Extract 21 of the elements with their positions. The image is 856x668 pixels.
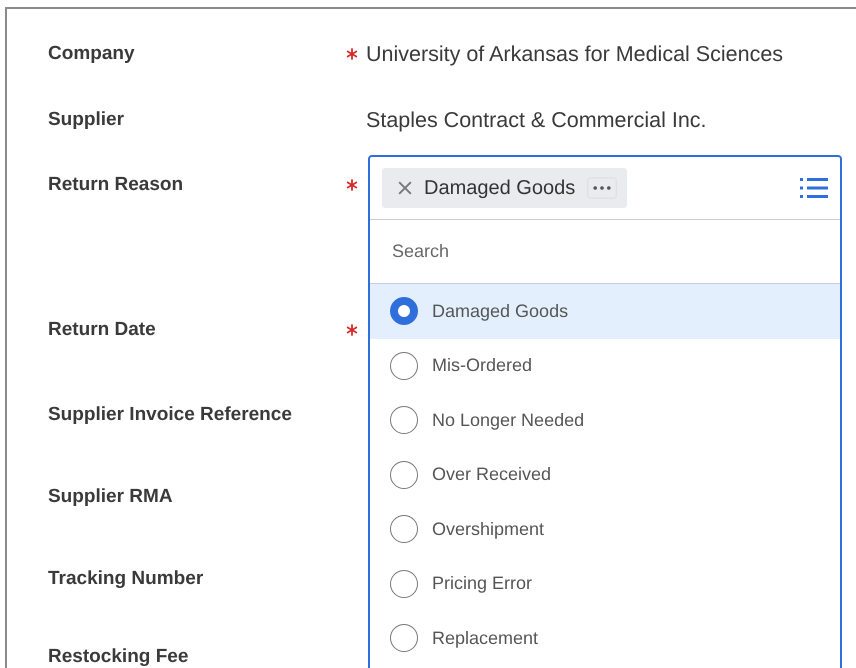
field-label: Company — [48, 43, 136, 65]
option-item[interactable]: Replacement — [370, 611, 840, 666]
field-label: Supplier — [48, 109, 126, 131]
more-icon[interactable] — [587, 177, 618, 199]
option-item[interactable]: Mis-Ordered — [370, 338, 840, 393]
option-item[interactable]: Damaged Goods — [370, 284, 840, 338]
field-label: Tracking Number — [48, 568, 204, 590]
option-item[interactable]: Overshipment — [370, 502, 840, 556]
field-label: Return Date — [48, 319, 157, 341]
close-icon[interactable] — [398, 181, 412, 195]
field-label: Restocking Fee — [48, 646, 190, 668]
option-item[interactable]: No Longer Needed — [370, 393, 840, 448]
option-item[interactable]: Over Received — [370, 448, 840, 502]
field-value: Staples Contract & Commercial Inc. — [366, 108, 707, 132]
field-value: University of Arkansas for Medical Sciences — [366, 42, 784, 66]
list-icon[interactable] — [800, 177, 828, 199]
field-label: Supplier Invoice Reference — [48, 404, 293, 426]
field-label: Supplier RMA — [48, 486, 174, 508]
chip-label: Damaged Goods — [424, 176, 576, 200]
field-label: Return Reason — [48, 174, 184, 196]
option-item[interactable]: Pricing Error — [370, 556, 840, 611]
